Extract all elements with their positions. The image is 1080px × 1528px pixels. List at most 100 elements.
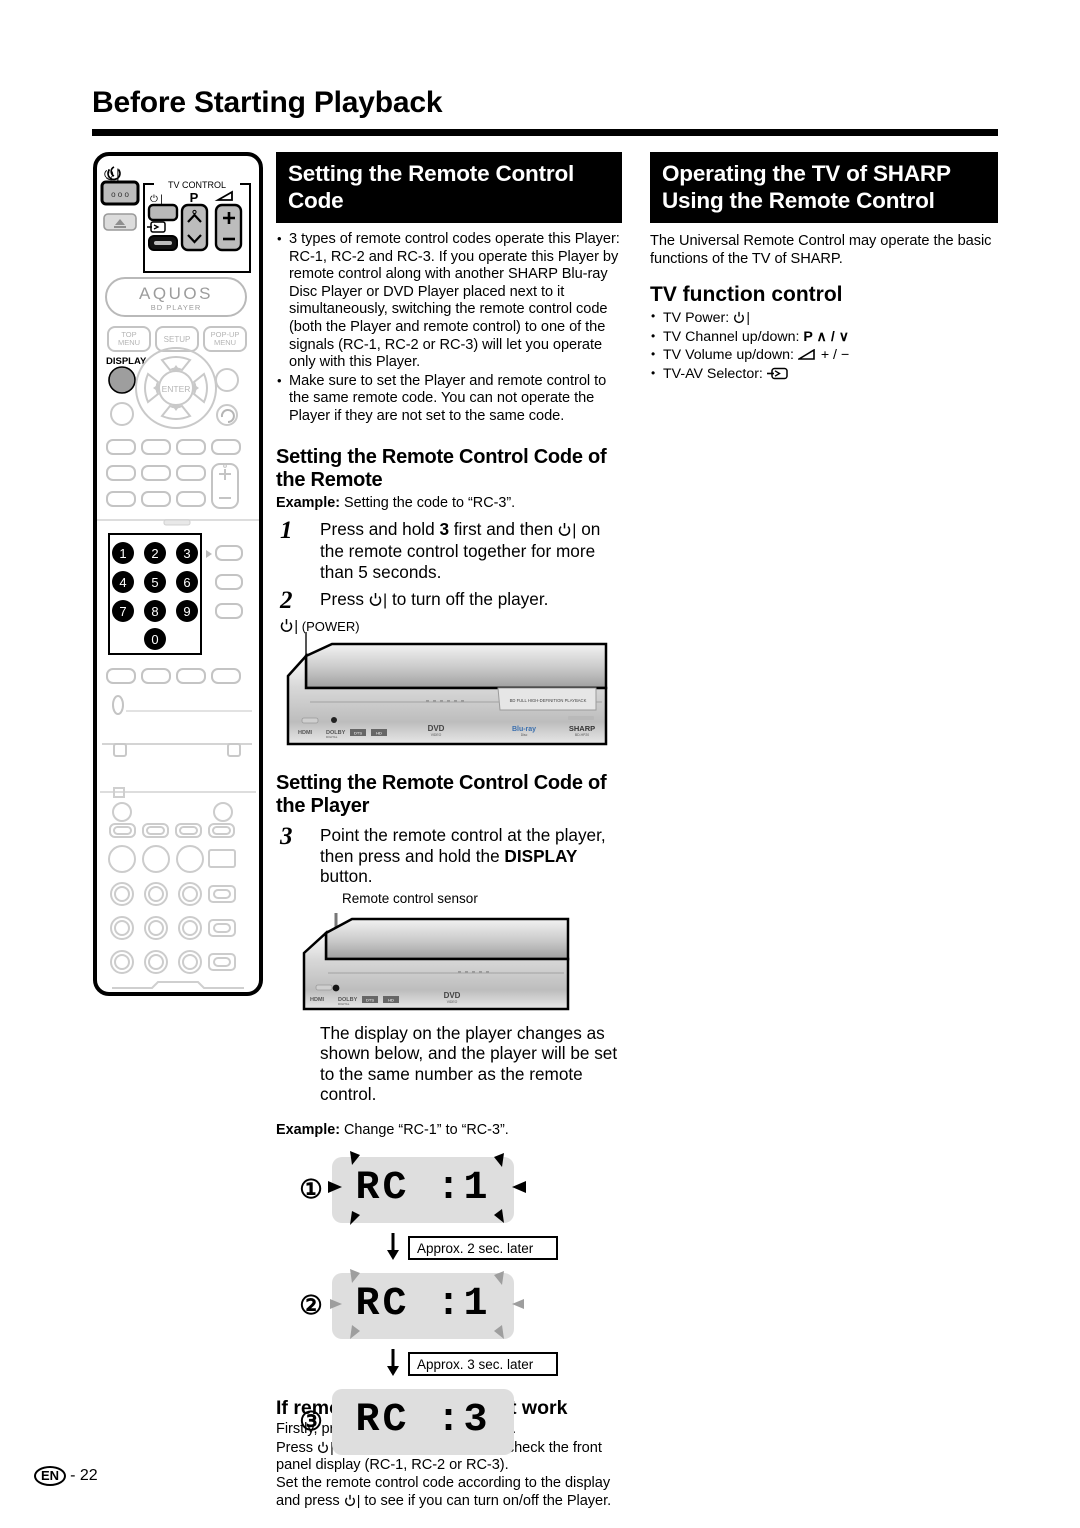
- list-item-tv-power: TV Power: |: [650, 307, 998, 328]
- down-arrow-icon: [387, 1349, 399, 1377]
- power-icon: |: [733, 308, 750, 328]
- svg-text:8: 8: [151, 604, 158, 619]
- power-icon: |: [344, 1492, 360, 1511]
- page-number: - 22: [70, 1467, 98, 1484]
- rc-step-1: ① RC :1: [276, 1151, 622, 1235]
- result-text: The display on the player changes as sho…: [320, 1022, 618, 1105]
- svg-text:2: 2: [151, 546, 158, 561]
- svg-text:VIDEO: VIDEO: [447, 1000, 458, 1004]
- title-divider: [92, 129, 998, 136]
- section-heading-operating-tv: Operating the TV of SHARP Using the Remo…: [650, 152, 998, 223]
- step-number: 3: [280, 822, 293, 850]
- svg-text:DTS: DTS: [354, 730, 362, 735]
- list-item-tv-av: TV-AV Selector:: [650, 364, 998, 384]
- svg-text:MENU: MENU: [118, 338, 140, 347]
- subheading-tv-function-control: TV function control: [650, 283, 843, 307]
- step-text: Point the remote control at the player, …: [320, 825, 622, 887]
- example-code-of-remote: Example: Setting the code to “RC-3”.: [276, 494, 622, 512]
- transition-note: Approx. 2 sec. later: [408, 1236, 558, 1261]
- rc-lcd-panel: RC :3: [332, 1389, 514, 1456]
- svg-text:P: P: [190, 190, 199, 205]
- step-text-before: Press: [320, 589, 369, 610]
- svg-text:6: 6: [183, 575, 190, 590]
- list-item-tv-channel: TV Channel up/down: P ∧ / ∨: [650, 327, 998, 347]
- svg-text:DISPLAY: DISPLAY: [106, 356, 147, 367]
- step-text: Press | to turn off the player.: [320, 589, 622, 612]
- item-label: TV-AV Selector:: [663, 365, 763, 382]
- not-work-line: Set the remote control code according to…: [276, 1475, 622, 1511]
- example-text: Change “RC-1” to “RC-3”.: [344, 1122, 509, 1139]
- bd-player-front-svg: BD FULL HIGH-DEFINITION PLAYBACK HDMI DO…: [286, 631, 608, 746]
- volume-icon: [795, 347, 817, 363]
- svg-text:5: 5: [151, 575, 158, 590]
- rc-step-2: ② RC :1: [276, 1267, 622, 1351]
- list-item: Make sure to set the Player and remote c…: [276, 372, 622, 426]
- operating-tv-intro: The Universal Remote Control may operate…: [650, 233, 992, 267]
- svg-text:⏻ |: ⏻ |: [104, 167, 120, 181]
- down-arrow-icon: [387, 1233, 399, 1261]
- item-label: TV Power:: [663, 310, 730, 327]
- example-label: Example:: [276, 1122, 340, 1139]
- svg-text:7: 7: [119, 604, 126, 619]
- step-text-mid: first and then: [449, 518, 558, 539]
- power-icon: |: [369, 589, 387, 612]
- svg-text:3: 3: [183, 546, 190, 561]
- svg-text:BD-HP20: BD-HP20: [575, 733, 589, 737]
- step-text-after: to turn off the player.: [387, 589, 549, 610]
- svg-text:AQUOS: AQUOS: [139, 284, 213, 303]
- svg-text:0: 0: [151, 632, 158, 647]
- svg-text:HDMI: HDMI: [310, 997, 325, 1003]
- step-3: 3 Point the remote control at the player…: [276, 822, 622, 887]
- svg-text:HD: HD: [388, 997, 394, 1002]
- remote-svg: TV CONTROL ⏝ ⏻ | o o o ⏻ | P AQUOS BD PL…: [93, 152, 263, 996]
- display-button-ref: DISPLAY: [504, 845, 578, 866]
- svg-text:DTS: DTS: [366, 997, 374, 1002]
- svg-text:MENU: MENU: [214, 338, 236, 347]
- rc-lcd-value: RC :3: [355, 1398, 491, 1444]
- list-item-tv-volume: TV Volume up/down: + / −: [650, 345, 998, 365]
- svg-text:DIGITAL: DIGITAL: [338, 1002, 350, 1006]
- transition-note: Approx. 3 sec. later: [408, 1352, 558, 1377]
- svg-text:DVD: DVD: [428, 724, 445, 733]
- step-number: 1: [280, 516, 293, 544]
- example-code-of-player: Example: Change “RC-1” to “RC-3”.: [276, 1121, 622, 1139]
- svg-text:HD: HD: [376, 730, 382, 735]
- step-1: 1 Press and hold 3 first and then | on t…: [276, 516, 622, 583]
- svg-text:DVD: DVD: [444, 991, 461, 1000]
- example-text: Setting the code to “RC-3”.: [344, 494, 516, 511]
- rc-transition-2: Approx. 3 sec. later: [276, 1349, 622, 1381]
- step-text-before: Press and hold: [320, 518, 440, 539]
- svg-text:ENTER: ENTER: [162, 384, 191, 394]
- step-2: 2 Press | to turn off the player.: [276, 587, 622, 615]
- player-front-diagram-power: | (POWER) BD FULL HIGH-DEFINITION PLAYBA…: [276, 618, 622, 770]
- page-footer: EN - 22: [34, 1466, 98, 1486]
- svg-text:BD PLAYER: BD PLAYER: [151, 303, 202, 312]
- step-text-after: button.: [320, 866, 373, 887]
- svg-text:TV CONTROL: TV CONTROL: [168, 180, 226, 190]
- section-heading-remote-code: Setting the Remote Control Code: [276, 152, 622, 223]
- svg-text:⏻ |: ⏻ |: [150, 194, 163, 205]
- svg-text:VIDEO: VIDEO: [431, 733, 442, 737]
- step-number: 2: [280, 587, 293, 615]
- tv-function-list: TV Power: | TV Channel up/down: P ∧ / ∨ …: [650, 307, 998, 384]
- rc-display-sequence: ① RC :1 Approx. 2 sec. later ② RC:1 App…: [276, 1151, 622, 1456]
- remote-code-bullets: 3 types of remote control codes operate …: [276, 230, 622, 426]
- sensor-callout-label: Remote control sensor: [342, 890, 478, 906]
- svg-text:4: 4: [119, 575, 126, 590]
- line-text-b: to see if you can turn on/off the Player…: [360, 1493, 612, 1510]
- svg-text:SHARP: SHARP: [569, 724, 595, 733]
- svg-text:Blu-ray: Blu-ray: [512, 726, 536, 733]
- item-label: TV Channel up/down:: [663, 328, 800, 345]
- volume-plus-minus: + / −: [820, 347, 850, 364]
- player-badge-text: BD FULL HIGH-DEFINITION PLAYBACK: [510, 698, 587, 703]
- example-label: Example:: [276, 494, 340, 511]
- av-input-icon: [766, 366, 789, 382]
- step-key-3: 3: [439, 518, 449, 539]
- remote-sensor-dot: [332, 984, 340, 992]
- rc-step-3: ③ RC :3: [276, 1383, 622, 1467]
- channel-up-down-icon: P ∧ / ∨: [803, 328, 850, 345]
- rc-step-number: ③: [299, 1407, 323, 1437]
- svg-text:DIGITAL: DIGITAL: [326, 735, 338, 739]
- manual-page: Before Starting Playback TV CONTROL ⏝ ⏻ …: [0, 0, 1080, 1528]
- step-text: Press and hold 3 first and then | on the…: [320, 519, 622, 583]
